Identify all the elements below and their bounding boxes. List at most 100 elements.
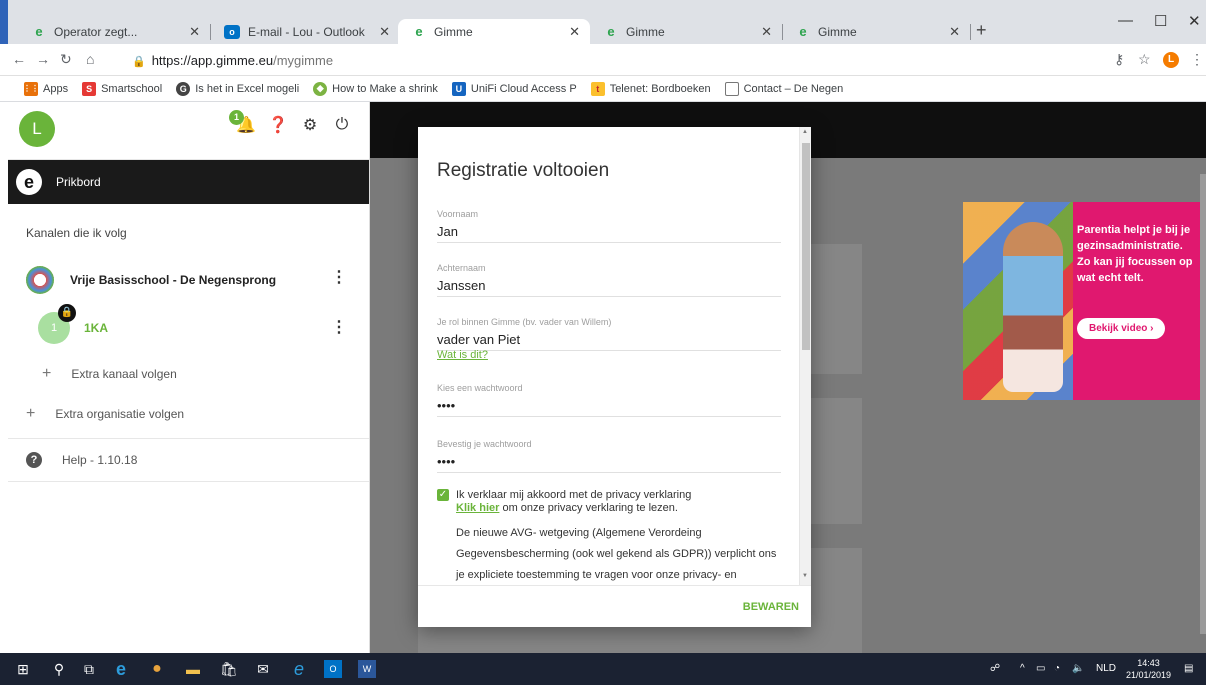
gear-icon[interactable]: ⚙ xyxy=(301,116,319,134)
organization-item[interactable]: Vrije Basisschool - De Negensprong ⋮ xyxy=(8,258,369,302)
url-path: /mygimme xyxy=(273,53,334,68)
key-icon[interactable]: ⚷ xyxy=(1114,51,1124,68)
minimize-icon[interactable]: — xyxy=(1118,12,1133,29)
close-icon[interactable]: ✕ xyxy=(569,24,580,40)
browser-tab[interactable]: e Gimme ✕ xyxy=(782,19,971,44)
notification-bell-icon[interactable]: 🔔 1 xyxy=(229,110,256,134)
organization-name: Vrije Basisschool - De Negensprong xyxy=(70,273,277,287)
notifications-icon[interactable]: ▤ xyxy=(1184,663,1193,674)
first-name-field[interactable]: Voornaam Jan xyxy=(437,209,781,243)
forward-icon[interactable]: → xyxy=(36,51,50,67)
dialog-scrollbar[interactable]: ▲ ▼ xyxy=(799,127,811,585)
bookmark-apps[interactable]: ⋮⋮ Apps xyxy=(23,81,68,96)
confirm-password-field[interactable]: Bevestig je wachtwoord •••• xyxy=(437,439,781,473)
word-app-icon[interactable]: W xyxy=(358,660,376,678)
advertisement-banner[interactable]: Parentia helpt je bij je gezinsadministr… xyxy=(963,202,1201,400)
file-explorer-icon[interactable]: ▬ xyxy=(184,660,202,678)
internet-explorer-icon[interactable]: e xyxy=(290,659,308,679)
url-field[interactable]: 🔒 https://app.gimme.eu/mygimme xyxy=(132,53,333,68)
volume-icon[interactable]: 🔈 xyxy=(1072,663,1084,674)
menu-icon[interactable]: ⋮ xyxy=(1190,51,1204,68)
language-indicator[interactable]: NLD xyxy=(1096,663,1116,674)
last-name-field[interactable]: Achternaam Janssen xyxy=(437,263,781,297)
help-icon[interactable]: ❓ xyxy=(268,116,288,134)
sidebar-item-prikbord[interactable]: e Prikbord xyxy=(8,160,369,204)
field-value[interactable]: •••• xyxy=(437,454,781,472)
close-icon[interactable]: ✕ xyxy=(189,24,200,40)
bookmark-unifi[interactable]: U UniFi Cloud Access P xyxy=(451,81,577,96)
bookmarks-bar: ⋮⋮ Apps S Smartschool G Is het in Excel mog… xyxy=(0,76,1206,102)
close-icon[interactable]: ✕ xyxy=(949,24,960,40)
reload-icon[interactable]: ↻ xyxy=(60,51,72,68)
wifi-icon[interactable]: ◔ xyxy=(1054,663,1060,674)
scroll-down-icon[interactable]: ▼ xyxy=(802,573,808,579)
privacy-link[interactable]: Klik hier xyxy=(456,502,499,514)
help-item[interactable]: ? Help - 1.10.18 xyxy=(8,438,369,482)
close-window-icon[interactable]: ✕ xyxy=(1188,12,1201,30)
window-edge xyxy=(0,0,8,44)
browser-tab[interactable]: o E-mail - Lou - Outlook ✕ xyxy=(210,19,401,44)
people-icon[interactable]: ☍ xyxy=(990,663,1000,674)
scroll-up-icon[interactable]: ▲ xyxy=(802,129,808,135)
channel-item[interactable]: 1 🔒 1KA ⋮ xyxy=(8,302,369,354)
mail-icon[interactable]: ✉ xyxy=(254,660,272,678)
edge-icon[interactable]: e xyxy=(112,659,130,679)
browser-tab[interactable]: e Operator zegt... ✕ xyxy=(18,19,211,44)
channels-heading: Kanalen die ik volg xyxy=(26,226,127,240)
windows-start-icon[interactable]: ⊞ xyxy=(14,660,32,678)
close-icon[interactable]: ✕ xyxy=(379,24,390,40)
more-options-icon[interactable]: ⋮ xyxy=(331,270,347,286)
bookmark-telenet[interactable]: t Telenet: Bordboeken xyxy=(590,81,711,96)
sidebar-header: L 🔔 1 ❓ ⚙ ⏻ xyxy=(8,102,369,160)
scroll-thumb[interactable] xyxy=(802,143,810,350)
chrome-icon[interactable]: ● xyxy=(148,660,166,678)
field-label: Kies een wachtwoord xyxy=(437,383,523,393)
notification-badge: 1 xyxy=(229,110,244,125)
bookmark-smartschool[interactable]: S Smartschool xyxy=(82,81,162,96)
gimme-icon: e xyxy=(35,24,43,39)
star-icon[interactable]: ☆ xyxy=(1138,51,1151,68)
bookmark-shrink[interactable]: ◆ How to Make a shrink xyxy=(313,81,438,96)
ad-text: Parentia helpt je bij je gezinsadministr… xyxy=(1077,224,1193,284)
field-value[interactable]: vader van Piet xyxy=(437,332,781,350)
search-icon[interactable]: ⚲ xyxy=(50,660,68,678)
watch-video-button[interactable]: Bekijk video › xyxy=(1077,318,1166,339)
more-options-icon[interactable]: ⋮ xyxy=(331,320,347,336)
close-icon[interactable]: ✕ xyxy=(761,24,772,40)
page-scrollbar[interactable] xyxy=(1200,174,1206,634)
bookmark-label: UniFi Cloud Access P xyxy=(470,82,577,95)
save-button[interactable]: BEWAREN xyxy=(743,601,799,613)
bookmark-contact[interactable]: Contact – De Negen xyxy=(724,81,843,96)
field-label: Achternaam xyxy=(437,263,486,273)
add-channel-button[interactable]: + Extra kanaal volgen xyxy=(8,354,369,394)
browser-tab[interactable]: e Gimme ✕ xyxy=(590,19,783,44)
privacy-checkbox[interactable]: ✓ xyxy=(437,489,449,501)
back-icon[interactable]: ← xyxy=(12,51,26,67)
bookmark-label: How to Make a shrink xyxy=(332,82,438,95)
maximize-icon[interactable]: ☐ xyxy=(1154,12,1167,30)
user-avatar[interactable]: L xyxy=(19,111,55,147)
dialog-content: Registratie voltooien Voornaam Jan Achte… xyxy=(418,127,798,585)
privacy-consent: ✓ Ik verklaar mij akkoord met de privacy… xyxy=(437,489,781,585)
add-organization-button[interactable]: + Extra organisatie volgen xyxy=(8,394,369,434)
channel-name: 1KA xyxy=(84,321,109,335)
role-field[interactable]: Je rol binnen Gimme (bv. vader van Wille… xyxy=(437,317,781,351)
clock[interactable]: 14:43 21/01/2019 xyxy=(1126,657,1171,681)
field-value[interactable]: Jan xyxy=(437,224,781,242)
tab-title: Gimme xyxy=(818,24,857,39)
bookmark-excel[interactable]: G Is het in Excel mogeli xyxy=(176,81,299,96)
battery-icon[interactable]: ▭ xyxy=(1036,663,1045,674)
home-icon[interactable]: ⌂ xyxy=(86,51,94,67)
chevron-up-icon[interactable]: ^ xyxy=(1020,663,1025,674)
new-tab-icon[interactable]: + xyxy=(976,20,987,41)
field-value[interactable]: •••• xyxy=(437,398,781,416)
profile-avatar[interactable]: L xyxy=(1163,52,1179,68)
field-value[interactable]: Janssen xyxy=(437,278,781,296)
store-icon[interactable]: 🛍 xyxy=(220,660,238,678)
password-field[interactable]: Kies een wachtwoord •••• xyxy=(437,383,781,417)
power-icon[interactable]: ⏻ xyxy=(333,116,351,134)
what-is-this-link[interactable]: Wat is dit? xyxy=(437,349,488,361)
outlook-app-icon[interactable]: O xyxy=(324,660,342,678)
browser-tab-active[interactable]: e Gimme ✕ xyxy=(398,19,590,44)
task-view-icon[interactable]: ⧉ xyxy=(80,660,98,678)
